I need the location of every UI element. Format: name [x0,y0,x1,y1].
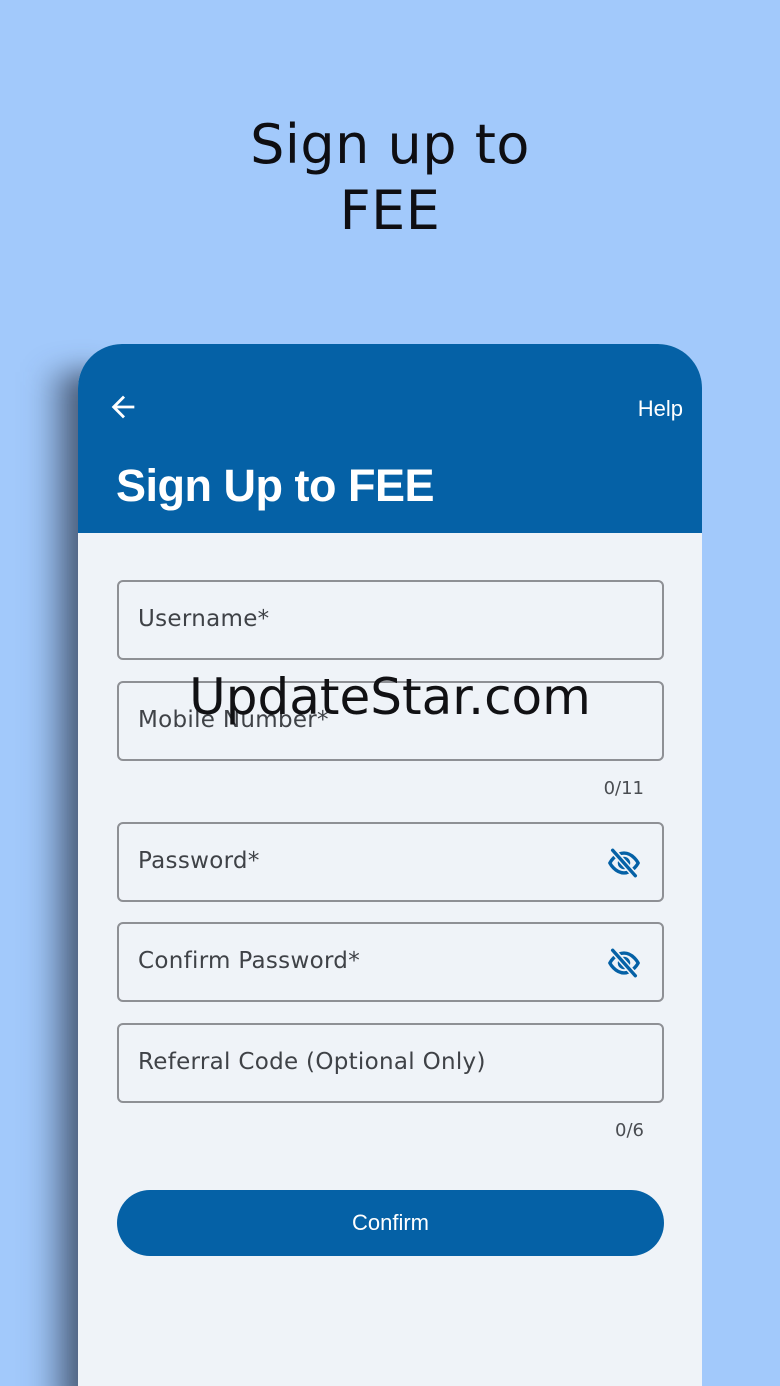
promo-title-line2: FEE [339,179,441,242]
page-title: Sign Up to FEE [116,460,434,511]
app-bar: Help Sign Up to FEE [78,344,702,533]
confirm-button[interactable]: Confirm [117,1190,664,1256]
referral-code-label: Referral Code (Optional Only) [138,1049,486,1075]
help-link[interactable]: Help [638,396,683,422]
mobile-number-field[interactable]: Mobile Number* [117,681,664,761]
referral-code-field[interactable]: Referral Code (Optional Only) [117,1023,664,1103]
password-label: Password* [138,848,260,874]
mobile-number-counter: 0/11 [603,778,644,799]
promo-title-line1: Sign up to [250,113,530,176]
eye-off-icon[interactable] [605,946,643,980]
eye-off-icon[interactable] [605,846,643,880]
referral-code-counter: 0/6 [615,1120,644,1141]
username-field[interactable]: Username* [117,580,664,660]
mobile-number-label: Mobile Number* [138,707,329,733]
confirm-password-field[interactable]: Confirm Password* [117,922,664,1002]
username-label: Username* [138,606,270,632]
promo-title: Sign up to FEE [0,112,780,244]
confirm-password-label: Confirm Password* [138,948,360,974]
password-field[interactable]: Password* [117,822,664,902]
phone-screen: Help Sign Up to FEE Username* Mobile Num… [78,344,702,1386]
arrow-left-icon[interactable] [106,390,140,424]
